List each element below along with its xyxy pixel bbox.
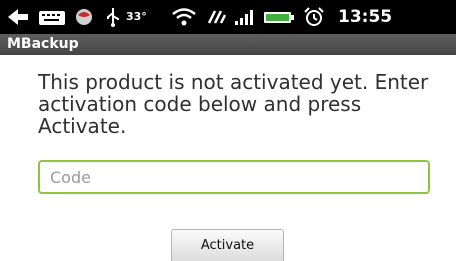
status-bar: 33° 13:55 bbox=[0, 0, 456, 34]
keyboard-icon bbox=[39, 11, 65, 25]
sync-icon bbox=[207, 10, 227, 24]
alarm-clock-icon bbox=[304, 7, 324, 26]
activate-button[interactable]: Activate bbox=[171, 229, 284, 261]
temperature-text: 33° bbox=[126, 10, 147, 23]
activation-panel: This product is not activated yet. Enter… bbox=[0, 55, 456, 261]
usb-icon bbox=[107, 8, 119, 27]
clock-time: 13:55 bbox=[338, 7, 393, 27]
app-title: MBackup bbox=[7, 36, 79, 52]
notification-icon bbox=[76, 9, 92, 25]
code-input[interactable] bbox=[38, 160, 430, 194]
signal-icon bbox=[235, 10, 253, 25]
battery-icon bbox=[264, 12, 294, 23]
activation-message: This product is not activated yet. Enter… bbox=[38, 70, 429, 138]
back-arrow-icon bbox=[8, 9, 28, 25]
wifi-icon bbox=[172, 8, 196, 26]
app-title-bar: MBackup bbox=[0, 34, 456, 55]
